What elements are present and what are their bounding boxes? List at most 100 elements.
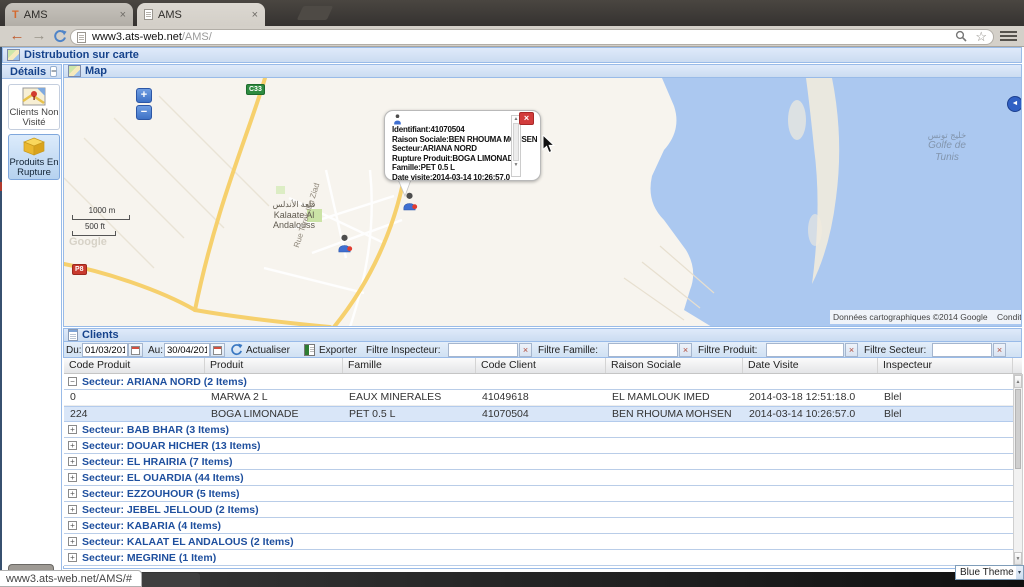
- reload-button[interactable]: [53, 29, 67, 46]
- scrollbar-thumb[interactable]: [1015, 389, 1021, 469]
- filter-produit-input[interactable]: [766, 343, 844, 357]
- browser-tab-1[interactable]: T AMS ×: [5, 3, 133, 26]
- group-label: Secteur: KABARIA (4 Items): [82, 520, 221, 532]
- terms-link[interactable]: Conditions d'utilisation: [997, 312, 1022, 322]
- collapse-panel-button[interactable]: −: [50, 66, 57, 77]
- map-tiles: [64, 78, 1022, 327]
- group-row[interactable]: + Secteur: EL OUARDIA (44 Items): [64, 470, 1013, 486]
- new-tab-button[interactable]: [297, 6, 334, 20]
- group-row-ariana-nord[interactable]: − Secteur: ARIANA NORD (2 Items): [64, 374, 1013, 390]
- filter-famille-input[interactable]: [608, 343, 678, 357]
- group-row[interactable]: + Secteur: BAB BHAR (3 Items): [64, 422, 1013, 438]
- group-row[interactable]: + Secteur: JEBEL JELLOUD (2 Items): [64, 502, 1013, 518]
- export-button[interactable]: Exporter: [319, 345, 357, 356]
- group-row[interactable]: + Secteur: EL HRAIRIA (7 Items): [64, 454, 1013, 470]
- map-marker-client[interactable]: [336, 234, 353, 256]
- app-header: Distrubution sur carte: [2, 47, 1022, 63]
- expand-group-icon[interactable]: +: [68, 553, 77, 562]
- mouse-cursor: [542, 135, 555, 157]
- scroll-down-icon[interactable]: ▼: [1014, 552, 1022, 565]
- back-button[interactable]: ←: [8, 27, 26, 45]
- date-from-trigger[interactable]: [128, 343, 143, 357]
- clear-filter-button[interactable]: ×: [519, 343, 532, 357]
- grid-header: Code Produit Produit Famille Code Client…: [64, 358, 1013, 374]
- grid-scrollbar[interactable]: ▲ ▼: [1013, 374, 1023, 566]
- map-canvas[interactable]: C33 P8 قلعة الأندلس Kalaate Al Andalouss…: [63, 78, 1022, 327]
- scroll-up-icon[interactable]: ▲: [1014, 375, 1022, 388]
- tab-close-icon[interactable]: ×: [252, 10, 258, 20]
- table-row-selected[interactable]: 224 BOGA LIMONADE PET 0.5 L 41070504 BEN…: [64, 406, 1013, 422]
- date-from-input[interactable]: [82, 343, 128, 357]
- tab-close-icon[interactable]: ×: [120, 10, 126, 20]
- cell: 0: [64, 390, 205, 405]
- group-row[interactable]: + Secteur: EZZOUHOUR (5 Items): [64, 486, 1013, 502]
- column-header-code-produit[interactable]: Code Produit: [64, 358, 205, 373]
- clear-filter-button[interactable]: ×: [679, 343, 692, 357]
- forward-button[interactable]: →: [30, 27, 48, 45]
- expand-group-icon[interactable]: +: [68, 457, 77, 466]
- filter-inspecteur-input[interactable]: [448, 343, 518, 357]
- map-info-popup: Identifiant:41070504 Raison Sociale:BEN …: [384, 110, 541, 181]
- clear-filter-button[interactable]: ×: [993, 343, 1006, 357]
- filter-famille-label: Filtre Famille:: [538, 345, 598, 356]
- address-bar[interactable]: www3.ats-web.net /AMS/ ☆: [70, 29, 994, 45]
- calendar-icon: [131, 346, 140, 355]
- expand-group-icon[interactable]: +: [68, 489, 77, 498]
- expand-group-icon[interactable]: +: [68, 521, 77, 530]
- theme-select-dropdown-icon[interactable]: ▾: [1016, 565, 1024, 580]
- group-label: Secteur: EL OUARDIA (44 Items): [82, 472, 244, 484]
- bookmark-star-icon[interactable]: ☆: [975, 32, 987, 42]
- refresh-icon[interactable]: [230, 343, 243, 359]
- refresh-button[interactable]: Actualiser: [246, 345, 290, 356]
- filter-inspecteur-label: Filtre Inspecteur:: [366, 345, 440, 356]
- browser-tab-2[interactable]: AMS ×: [137, 3, 265, 26]
- date-to-trigger[interactable]: [210, 343, 225, 357]
- group-row[interactable]: + Secteur: KALAAT EL ANDALOUS (2 Items): [64, 534, 1013, 550]
- column-header-inspecteur[interactable]: Inspecteur: [878, 358, 1013, 373]
- sidebar-item-label: Clients Non Visité: [9, 108, 59, 128]
- screen: T AMS × AMS × ← → www3.ats-web.net /AMS/…: [0, 0, 1024, 587]
- cell: EAUX MINERALES: [343, 390, 476, 405]
- expand-group-icon[interactable]: +: [68, 537, 77, 546]
- column-header-raison-sociale[interactable]: Raison Sociale: [606, 358, 743, 373]
- column-header-famille[interactable]: Famille: [343, 358, 476, 373]
- scroll-down-icon[interactable]: ▼: [512, 162, 520, 168]
- expand-group-icon[interactable]: +: [68, 425, 77, 434]
- excel-icon[interactable]: [304, 344, 315, 356]
- map-icon: [68, 65, 81, 77]
- column-header-date-visite[interactable]: Date Visite: [743, 358, 878, 373]
- region-collapse-button[interactable]: ◄: [1007, 96, 1022, 112]
- map-pin-icon: [22, 87, 46, 106]
- filter-secteur-input[interactable]: [932, 343, 992, 357]
- browser-menu-button[interactable]: [1000, 31, 1017, 43]
- group-label: Secteur: KALAAT EL ANDALOUS (2 Items): [82, 536, 294, 548]
- collapse-group-icon[interactable]: −: [68, 377, 77, 386]
- grid-header-spacer: [1013, 358, 1022, 374]
- search-icon[interactable]: [955, 30, 967, 45]
- expand-group-icon[interactable]: +: [68, 441, 77, 450]
- group-row[interactable]: + Secteur: KABARIA (4 Items): [64, 518, 1013, 534]
- cell: EL MAMLOUK IMED: [606, 390, 743, 405]
- map-panel-title: Map: [85, 65, 107, 77]
- group-row[interactable]: + Secteur: MEGRINE (1 Item): [64, 550, 1013, 566]
- column-header-produit[interactable]: Produit: [205, 358, 343, 373]
- clear-filter-button[interactable]: ×: [845, 343, 858, 357]
- package-icon: [22, 137, 46, 156]
- calendar-icon: [213, 346, 222, 355]
- map-zoom-out-button[interactable]: −: [136, 105, 152, 120]
- expand-group-icon[interactable]: +: [68, 473, 77, 482]
- table-row[interactable]: 0 MARWA 2 L EAUX MINERALES 41049618 EL M…: [64, 390, 1013, 406]
- group-row[interactable]: + Secteur: DOUAR HICHER (13 Items): [64, 438, 1013, 454]
- cell: 41070504: [476, 407, 606, 421]
- road-badge-p8: P8: [72, 264, 87, 275]
- popup-close-button[interactable]: ×: [519, 112, 534, 125]
- expand-group-icon[interactable]: +: [68, 505, 77, 514]
- theme-select[interactable]: Blue Theme: [955, 565, 1017, 580]
- group-label: Secteur: MEGRINE (1 Item): [82, 552, 216, 564]
- cell: BEN RHOUMA MOHSEN: [606, 407, 743, 421]
- date-to-input[interactable]: [164, 343, 210, 357]
- sidebar-item-clients-non-visite[interactable]: Clients Non Visité: [8, 84, 60, 130]
- sidebar-item-produits-en-rupture[interactable]: Produits En Rupture: [8, 134, 60, 180]
- column-header-code-client[interactable]: Code Client: [476, 358, 606, 373]
- map-zoom-in-button[interactable]: +: [136, 88, 152, 103]
